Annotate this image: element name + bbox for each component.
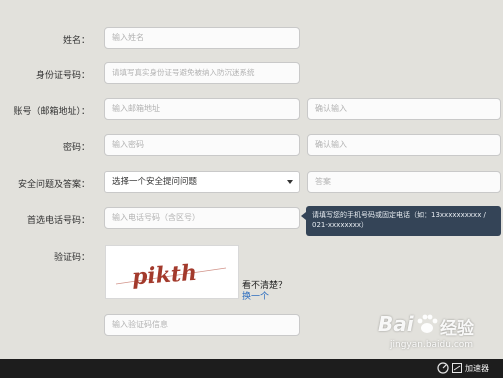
chevron-down-icon	[287, 180, 293, 184]
phone-tooltip-line1: 请填写您的手机号码或固定电话（如：13xxxxxxxxxx /	[312, 211, 486, 219]
captcha-label: 验证码：	[53, 253, 90, 263]
watermark-url: jingyan.baidu.com	[390, 340, 474, 350]
accelerator-icon[interactable]	[452, 363, 462, 373]
account-label: 账号（邮箱地址）：	[13, 107, 90, 117]
captcha-refresh-link[interactable]: 换一个	[242, 289, 269, 302]
id-number-label: 身份证号码：	[35, 71, 90, 81]
security-question-selected: 选择一个安全提问问题	[112, 177, 198, 187]
accelerator-label[interactable]: 加速器	[465, 363, 489, 374]
phone-tooltip: 请填写您的手机号码或固定电话（如：13xxxxxxxxxx / 021-xxxx…	[301, 206, 501, 236]
id-number-input[interactable]: 请填写真实身份证号避免被纳入防沉迷系统	[104, 62, 300, 84]
captcha-text: pikth	[131, 260, 198, 290]
name-label: 姓名：	[62, 36, 90, 46]
password-confirm-input[interactable]: 确认输入	[307, 134, 501, 156]
account-confirm-input[interactable]: 确认输入	[307, 98, 501, 120]
security-question-label: 安全问题及答案：	[17, 180, 90, 190]
captcha-input[interactable]: 输入验证码信息	[104, 314, 300, 336]
captcha-graphic: pikth	[115, 260, 227, 290]
taskbar: 加速器	[0, 359, 503, 378]
speed-meter-icon[interactable]	[437, 362, 449, 374]
security-question-select[interactable]: 选择一个安全提问问题	[104, 171, 300, 193]
phone-tooltip-line2: 021-xxxxxxxx）	[312, 221, 369, 229]
tooltip-pointer	[301, 212, 306, 220]
paw-icon	[417, 314, 438, 333]
captcha-image[interactable]: pikth	[105, 245, 239, 299]
phone-label: 首选电话号码：	[26, 216, 90, 226]
watermark-brand: Bai	[378, 312, 414, 336]
password-label: 密码：	[62, 143, 90, 153]
baidu-jingyan-watermark: Bai 经验 jingyan.baidu.com	[378, 312, 500, 358]
phone-input[interactable]: 输入电话号码（含区号）	[104, 207, 300, 229]
watermark-suffix: 经验	[440, 319, 474, 339]
name-input[interactable]: 输入姓名	[104, 27, 300, 49]
security-answer-input[interactable]: 答案	[307, 171, 501, 193]
password-input[interactable]: 输入密码	[104, 134, 300, 156]
account-email-input[interactable]: 输入邮箱地址	[104, 98, 300, 120]
